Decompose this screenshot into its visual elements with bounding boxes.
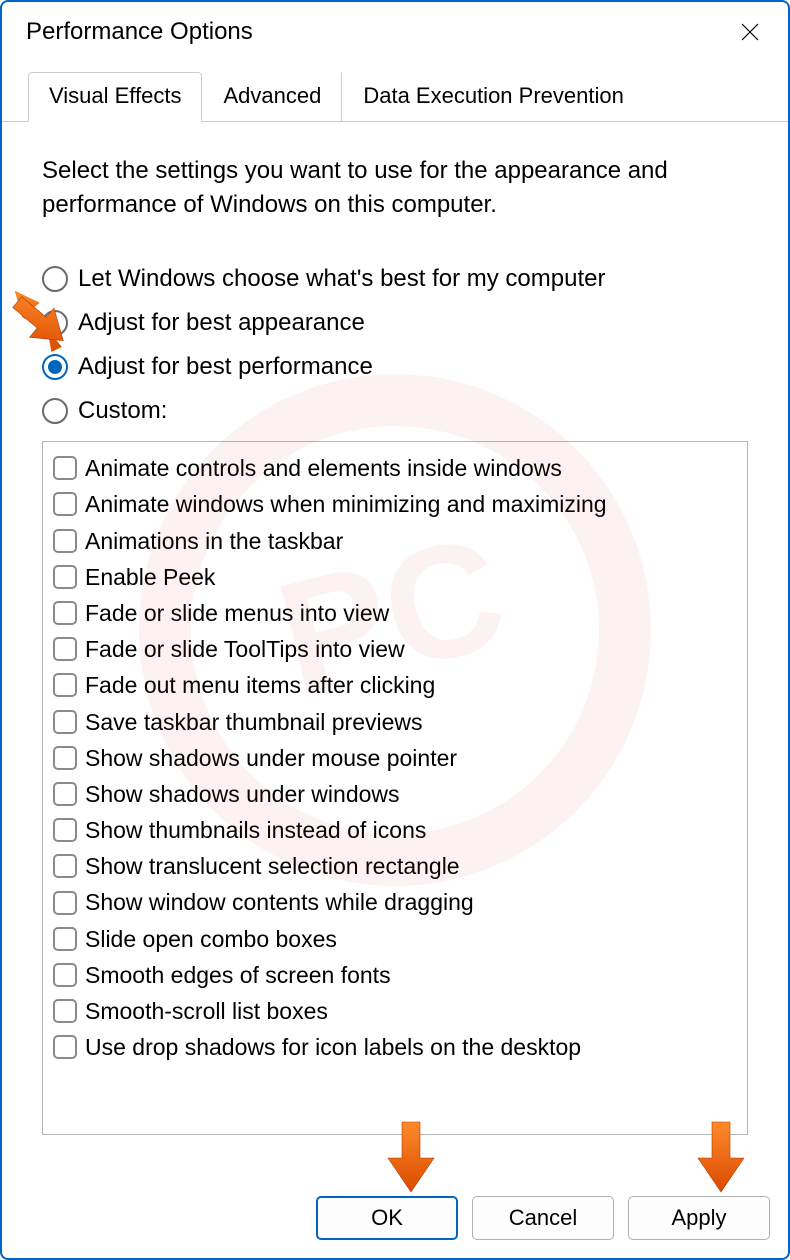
checkbox-icon[interactable] (53, 1035, 77, 1059)
intro-text: Select the settings you want to use for … (42, 154, 748, 221)
checkbox-icon[interactable] (53, 710, 77, 734)
list-item[interactable]: Use drop shadows for icon labels on the … (53, 1029, 737, 1065)
radio-label: Custom: (78, 397, 167, 425)
radio-best-performance[interactable]: Adjust for best performance (42, 353, 748, 381)
checkbox-label: Use drop shadows for icon labels on the … (85, 1031, 581, 1063)
list-item[interactable]: Animate windows when minimizing and maxi… (53, 486, 737, 522)
list-item[interactable]: Show thumbnails instead of icons (53, 812, 737, 848)
radio-icon (42, 398, 68, 424)
tab-content: Select the settings you want to use for … (2, 122, 788, 1145)
checkbox-icon[interactable] (53, 746, 77, 770)
radio-icon (42, 354, 68, 380)
checkbox-label: Animate windows when minimizing and maxi… (85, 488, 607, 520)
radio-label: Adjust for best performance (78, 353, 373, 381)
radio-label: Adjust for best appearance (78, 309, 365, 337)
radio-custom[interactable]: Custom: (42, 397, 748, 425)
list-item[interactable]: Show shadows under mouse pointer (53, 740, 737, 776)
window-title: Performance Options (26, 18, 253, 46)
checkbox-label: Show shadows under windows (85, 778, 400, 810)
tab-dep[interactable]: Data Execution Prevention (342, 72, 644, 121)
checkbox-label: Show shadows under mouse pointer (85, 742, 457, 774)
checkbox-icon[interactable] (53, 963, 77, 987)
ok-button[interactable]: OK (316, 1196, 458, 1240)
cancel-button[interactable]: Cancel (472, 1196, 614, 1240)
checkbox-icon[interactable] (53, 565, 77, 589)
tab-visual-effects[interactable]: Visual Effects (28, 72, 202, 122)
list-item[interactable]: Show window contents while dragging (53, 884, 737, 920)
checkbox-label: Show thumbnails instead of icons (85, 814, 426, 846)
list-item[interactable]: Save taskbar thumbnail previews (53, 704, 737, 740)
close-button[interactable] (736, 18, 764, 46)
checkbox-label: Smooth-scroll list boxes (85, 995, 328, 1027)
titlebar: Performance Options (2, 2, 788, 58)
radio-best-appearance[interactable]: Adjust for best appearance (42, 309, 748, 337)
list-item[interactable]: Enable Peek (53, 559, 737, 595)
checkbox-icon[interactable] (53, 637, 77, 661)
checkbox-icon[interactable] (53, 854, 77, 878)
checkbox-icon[interactable] (53, 456, 77, 480)
radio-icon (42, 266, 68, 292)
close-icon (740, 22, 760, 42)
radio-let-windows-choose[interactable]: Let Windows choose what's best for my co… (42, 265, 748, 293)
visual-effects-listbox[interactable]: Animate controls and elements inside win… (42, 441, 748, 1135)
dialog-buttons: OK Cancel Apply (316, 1196, 770, 1240)
list-item[interactable]: Fade or slide ToolTips into view (53, 631, 737, 667)
checkbox-label: Slide open combo boxes (85, 923, 337, 955)
tab-strip: Visual Effects Advanced Data Execution P… (2, 72, 788, 122)
list-item[interactable]: Show shadows under windows (53, 776, 737, 812)
radio-label: Let Windows choose what's best for my co… (78, 265, 605, 293)
checkbox-icon[interactable] (53, 601, 77, 625)
tab-label: Visual Effects (49, 83, 181, 108)
checkbox-icon[interactable] (53, 999, 77, 1023)
checkbox-icon[interactable] (53, 818, 77, 842)
list-item[interactable]: Animations in the taskbar (53, 523, 737, 559)
list-item[interactable]: Smooth edges of screen fonts (53, 957, 737, 993)
list-item[interactable]: Slide open combo boxes (53, 921, 737, 957)
checkbox-icon[interactable] (53, 927, 77, 951)
list-item[interactable]: Fade or slide menus into view (53, 595, 737, 631)
checkbox-label: Fade or slide ToolTips into view (85, 633, 405, 665)
list-item[interactable]: Smooth-scroll list boxes (53, 993, 737, 1029)
radio-group: Let Windows choose what's best for my co… (42, 265, 748, 425)
checkbox-label: Enable Peek (85, 561, 215, 593)
checkbox-label: Animate controls and elements inside win… (85, 452, 562, 484)
tab-label: Advanced (223, 83, 321, 108)
radio-icon (42, 310, 68, 336)
button-label: Apply (671, 1205, 726, 1231)
apply-button[interactable]: Apply (628, 1196, 770, 1240)
checkbox-icon[interactable] (53, 529, 77, 553)
list-item[interactable]: Animate controls and elements inside win… (53, 450, 737, 486)
tab-label: Data Execution Prevention (363, 83, 624, 108)
checkbox-icon[interactable] (53, 492, 77, 516)
button-label: Cancel (509, 1205, 577, 1231)
tab-advanced[interactable]: Advanced (202, 72, 342, 121)
checkbox-label: Save taskbar thumbnail previews (85, 706, 423, 738)
checkbox-label: Smooth edges of screen fonts (85, 959, 391, 991)
button-label: OK (371, 1205, 403, 1231)
checkbox-label: Show window contents while dragging (85, 886, 474, 918)
checkbox-label: Show translucent selection rectangle (85, 850, 460, 882)
list-item[interactable]: Show translucent selection rectangle (53, 848, 737, 884)
performance-options-dialog: Performance Options Visual Effects Advan… (0, 0, 790, 1260)
checkbox-icon[interactable] (53, 782, 77, 806)
checkbox-icon[interactable] (53, 673, 77, 697)
checkbox-label: Fade out menu items after clicking (85, 669, 435, 701)
checkbox-icon[interactable] (53, 891, 77, 915)
checkbox-label: Fade or slide menus into view (85, 597, 389, 629)
list-item[interactable]: Fade out menu items after clicking (53, 667, 737, 703)
checkbox-label: Animations in the taskbar (85, 525, 343, 557)
